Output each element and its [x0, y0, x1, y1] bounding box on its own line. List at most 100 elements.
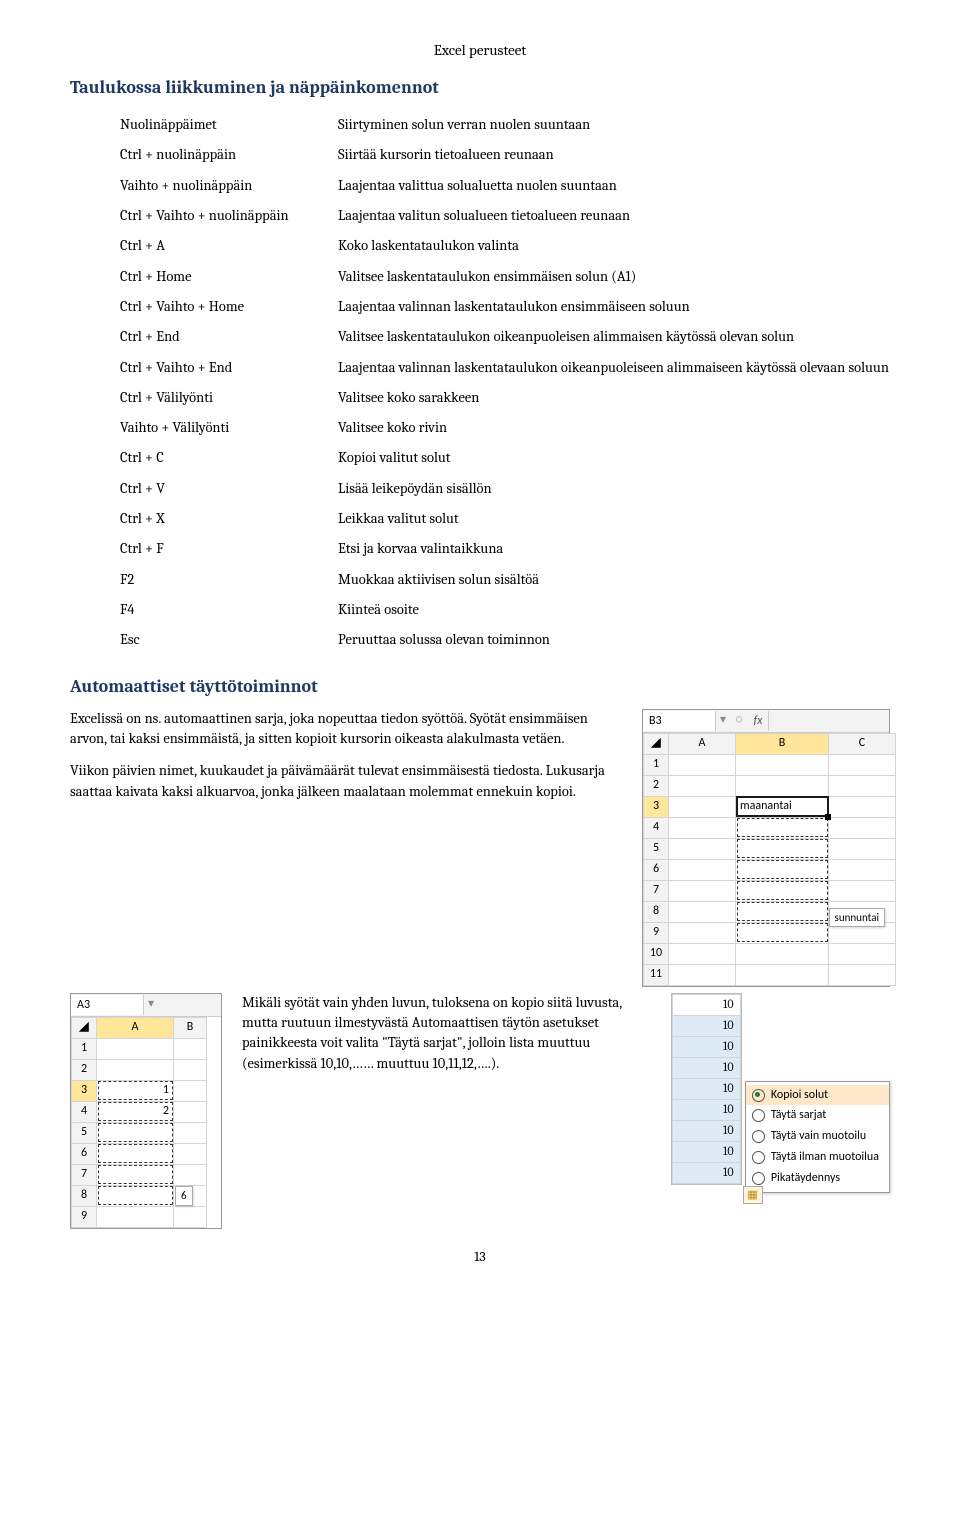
cell-tens[interactable]: 10 — [672, 1120, 740, 1141]
col-header-a[interactable]: A — [97, 1017, 174, 1038]
shortcut-description: Valitsee koko sarakkeen — [338, 383, 940, 413]
shortcut-key: Vaihto + Välilyönti — [120, 413, 338, 443]
row-header[interactable]: 1 — [644, 754, 669, 775]
shortcut-key: Ctrl + Vaihto + Home — [120, 292, 338, 322]
row-header[interactable]: 8 — [644, 901, 669, 922]
shortcut-key: Ctrl + V — [120, 474, 338, 504]
shortcut-row: Ctrl + XLeikkaa valitut solut — [120, 504, 940, 534]
row-header[interactable]: 7 — [72, 1164, 97, 1185]
shortcut-row: Ctrl + FEtsi ja korvaa valintaikkuna — [120, 534, 940, 564]
row-header[interactable]: 9 — [72, 1206, 97, 1227]
cell-tens[interactable]: 10 — [672, 1099, 740, 1120]
autofill-tooltip: 6 — [175, 1186, 193, 1205]
autofill-options-button[interactable]: ▦ — [743, 1186, 763, 1204]
shortcut-description: Lisää leikepöydän sisällön — [338, 474, 940, 504]
name-box[interactable]: A3 — [71, 995, 144, 1015]
shortcut-description: Valitsee laskentataulukon oikeanpuoleise… — [338, 322, 940, 352]
row-header[interactable]: 1 — [72, 1038, 97, 1059]
shortcut-row: Ctrl + nuolinäppäinSiirtää kursorin tiet… — [120, 140, 940, 170]
shortcut-description: Kiinteä osoite — [338, 595, 940, 625]
section-heading-autofill: Automaattiset täyttötoiminnot — [70, 674, 890, 699]
shortcut-key: Ctrl + End — [120, 322, 338, 352]
menu-item-copy-cells[interactable]: Kopioi solut — [746, 1085, 889, 1106]
row-header[interactable]: 8 — [72, 1185, 97, 1206]
cell-tens[interactable]: 10 — [672, 1057, 740, 1078]
col-header-b[interactable]: B — [736, 733, 829, 754]
shortcut-description: Kopioi valitut solut — [338, 443, 940, 473]
row-header[interactable]: 9 — [644, 922, 669, 943]
shortcut-description: Leikkaa valitut solut — [338, 504, 940, 534]
menu-item-fill-without-formatting[interactable]: Täytä ilman muotoilua — [746, 1147, 889, 1168]
shortcuts-table: NuolinäppäimetSiirtyminen solun verran n… — [120, 110, 940, 655]
radio-icon — [752, 1172, 765, 1185]
row-header[interactable]: 2 — [72, 1059, 97, 1080]
cell-tens[interactable]: 10 — [672, 1015, 740, 1036]
autofill-paragraph-3: Mikäli syötät vain yhden luvun, tuloksen… — [242, 993, 651, 1074]
shortcut-row: EscPeruuttaa solussa olevan toiminnon — [120, 625, 940, 655]
radio-icon — [752, 1109, 765, 1122]
shortcut-row: Vaihto + VälilyöntiValitsee koko rivin — [120, 413, 940, 443]
menu-item-fill-series[interactable]: Täytä sarjat — [746, 1105, 889, 1126]
shortcut-description: Valitsee koko rivin — [338, 413, 940, 443]
shortcut-key: Nuolinäppäimet — [120, 110, 338, 140]
shortcut-key: Ctrl + Välilyönti — [120, 383, 338, 413]
cell-tens[interactable]: 10 — [672, 994, 740, 1015]
col-header-b[interactable]: B — [174, 1017, 207, 1038]
cell-a4[interactable]: 2 — [97, 1101, 174, 1122]
cell-tens[interactable]: 10 — [672, 1078, 740, 1099]
cell-a3[interactable]: 1 — [97, 1080, 174, 1101]
shortcut-description: Etsi ja korvaa valintaikkuna — [338, 534, 940, 564]
cell-tens[interactable]: 10 — [672, 1141, 740, 1162]
excel-screenshot-tens: 101010101010101010 ▦ — [671, 993, 742, 1185]
row-header[interactable]: 10 — [644, 943, 669, 964]
shortcut-row: Ctrl + VälilyöntiValitsee koko sarakkeen — [120, 383, 940, 413]
name-box[interactable]: B3 — [643, 711, 716, 731]
shortcut-key: Ctrl + Home — [120, 262, 338, 292]
autofill-tooltip: sunnuntai — [829, 908, 885, 927]
row-header[interactable]: 2 — [644, 775, 669, 796]
select-all-corner[interactable]: ◢ — [72, 1017, 97, 1038]
shortcut-key: Ctrl + F — [120, 534, 338, 564]
row-header[interactable]: 3 — [72, 1080, 97, 1101]
shortcut-row: Ctrl + Vaihto + HomeLaajentaa valinnan l… — [120, 292, 940, 322]
row-header[interactable]: 5 — [644, 838, 669, 859]
col-header-c[interactable]: C — [829, 733, 896, 754]
shortcut-key: Ctrl + Vaihto + nuolinäppäin — [120, 201, 338, 231]
fx-button[interactable]: fx — [748, 711, 769, 731]
radio-icon — [752, 1151, 765, 1164]
row-header[interactable]: 6 — [644, 859, 669, 880]
col-header-a[interactable]: A — [669, 733, 736, 754]
row-header[interactable]: 5 — [72, 1122, 97, 1143]
shortcut-description: Laajentaa valittua solualuetta nuolen su… — [338, 171, 940, 201]
select-all-corner[interactable]: ◢ — [644, 733, 669, 754]
shortcut-key: Ctrl + nuolinäppäin — [120, 140, 338, 170]
shortcut-key: Ctrl + C — [120, 443, 338, 473]
section-heading-shortcuts: Taulukossa liikkuminen ja näppäinkomenno… — [70, 75, 890, 100]
cell-b3[interactable]: maanantai — [736, 796, 829, 817]
row-header[interactable]: 7 — [644, 880, 669, 901]
row-header[interactable]: 6 — [72, 1143, 97, 1164]
shortcut-row: Ctrl + VLisää leikepöydän sisällön — [120, 474, 940, 504]
shortcut-key: F2 — [120, 565, 338, 595]
shortcut-key: Ctrl + A — [120, 231, 338, 261]
radio-icon — [752, 1130, 765, 1143]
menu-item-fill-formatting[interactable]: Täytä vain muotoilu — [746, 1126, 889, 1147]
shortcut-key: F4 — [120, 595, 338, 625]
shortcut-row: Ctrl + CKopioi valitut solut — [120, 443, 940, 473]
row-header[interactable]: 3 — [644, 796, 669, 817]
shortcut-row: F2Muokkaa aktiivisen solun sisältöä — [120, 565, 940, 595]
cell-tens[interactable]: 10 — [672, 1036, 740, 1057]
shortcut-row: Ctrl + EndValitsee laskentataulukon oike… — [120, 322, 940, 352]
shortcut-description: Laajentaa valinnan laskentataulukon ensi… — [338, 292, 940, 322]
shortcut-row: Ctrl + Vaihto + nuolinäppäinLaajentaa va… — [120, 201, 940, 231]
cell-tens[interactable]: 10 — [672, 1162, 740, 1183]
row-header[interactable]: 11 — [644, 964, 669, 985]
menu-item-flash-fill[interactable]: Pikatäydennys — [746, 1168, 889, 1189]
shortcut-row: F4Kiinteä osoite — [120, 595, 940, 625]
row-header[interactable]: 4 — [72, 1101, 97, 1122]
shortcut-description: Valitsee laskentataulukon ensimmäisen so… — [338, 262, 940, 292]
shortcut-key: Esc — [120, 625, 338, 655]
row-header[interactable]: 4 — [644, 817, 669, 838]
shortcut-description: Koko laskentataulukon valinta — [338, 231, 940, 261]
excel-screenshot-numbers: A3 ▾ ◢ A B 1 2 31 42 5 6 7 8 9 6 — [70, 993, 222, 1229]
